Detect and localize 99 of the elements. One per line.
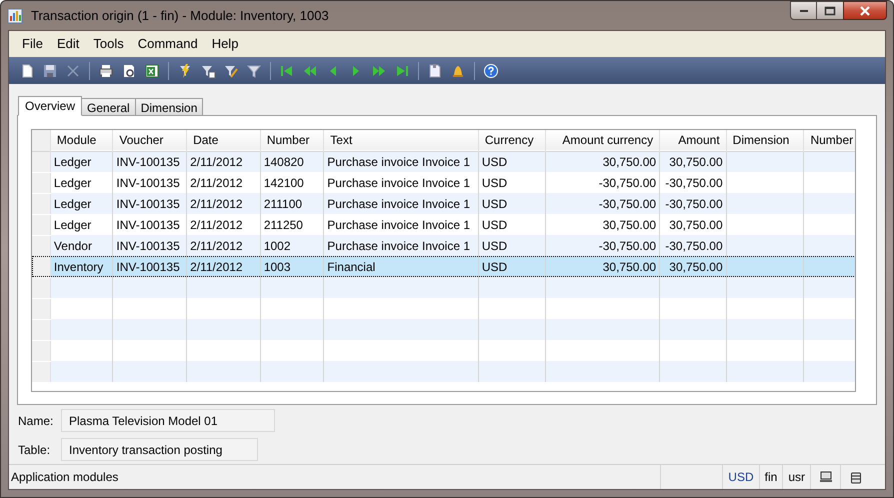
tab[interactable]: Dimension <box>134 98 204 115</box>
table-cell: INV-100135 <box>116 196 180 210</box>
tab[interactable]: General <box>81 98 136 115</box>
table-cell: Ledger <box>54 176 92 190</box>
print-icon[interactable] <box>98 62 114 78</box>
table-cell: 2/11/2012 <box>190 154 243 169</box>
minimize-icon <box>798 8 808 12</box>
filter-icon[interactable] <box>246 62 262 78</box>
minimize-button[interactable] <box>790 1 817 20</box>
column-header[interactable]: Text <box>324 130 478 151</box>
print-preview-icon[interactable] <box>121 62 137 78</box>
maximize-icon <box>824 6 836 16</box>
table-cell: Purchase invoice Invoice 1 <box>327 238 470 252</box>
computer-icon <box>818 471 832 483</box>
column-header[interactable]: Dimension <box>726 130 804 151</box>
field-label: Name: <box>18 412 54 430</box>
table-cell: -30,750.00 <box>665 176 723 190</box>
table-cell: USD <box>482 154 508 169</box>
status-currency: USD <box>723 465 760 489</box>
app-icon <box>7 8 23 24</box>
table-cell: 2/11/2012 <box>190 196 243 210</box>
table-cell: -30,750.00 <box>665 238 723 252</box>
column-header[interactable]: Number <box>260 130 324 151</box>
table-cell: 2/11/2012 <box>190 260 243 274</box>
read-only-field: Inventory transaction posting <box>61 438 258 461</box>
maximize-button[interactable] <box>817 1 843 20</box>
status-company: fin <box>760 465 784 489</box>
table-cell: 142100 <box>264 176 304 190</box>
table-cell: 140820 <box>264 154 304 169</box>
table-cell: -30,750.00 <box>665 196 723 210</box>
lightning-filter-icon[interactable] <box>177 62 193 78</box>
tab[interactable]: Overview <box>18 96 82 116</box>
table-cell: Vendor <box>54 238 92 252</box>
table-cell: USD <box>482 196 508 210</box>
table-cell: 2/11/2012 <box>190 218 243 232</box>
table-cell: 30,750.00 <box>669 218 723 232</box>
table-cell: INV-100135 <box>116 176 180 190</box>
table-cell: USD <box>482 238 508 252</box>
help-icon[interactable] <box>483 62 499 78</box>
cut-icon[interactable] <box>65 62 81 78</box>
table-cell: 211250 <box>264 218 303 232</box>
table-cell: INV-100135 <box>116 218 180 232</box>
column-header[interactable]: Number <box>804 130 855 151</box>
table-cell: 30,750.00 <box>669 154 723 169</box>
table-row[interactable]: Ledger INV-100135 2/11/2012 211100 Purchase invoice Invoice 1 USD -30,750.00 -30,750.00 <box>32 193 855 214</box>
table-cell: Purchase invoice Invoice 1 <box>327 154 470 169</box>
table-cell: INV-100135 <box>116 238 180 252</box>
table-row[interactable]: Ledger INV-100135 2/11/2012 140820 Purchase invoice Invoice 1 USD 30,750.00 30,750.00 <box>32 151 855 172</box>
table-cell: USD <box>482 176 508 190</box>
column-header[interactable]: Currency <box>478 130 546 151</box>
column-header[interactable]: Date <box>186 130 260 151</box>
table-cell: Purchase invoice Invoice 1 <box>327 196 470 210</box>
table-cell: INV-100135 <box>116 260 180 274</box>
table-cell: 2/11/2012 <box>190 176 243 190</box>
table-cell: 1002 <box>264 238 291 252</box>
table-cell: -30,750.00 <box>598 238 656 252</box>
menu-item[interactable]: Help <box>204 34 246 54</box>
table-row[interactable]: Inventory INV-100135 2/11/2012 1003 Financial USD 30,750.00 30,750.00 <box>32 256 855 277</box>
table-row[interactable]: Ledger INV-100135 2/11/2012 142100 Purchase invoice Invoice 1 USD -30,750.00 -30,750.00 <box>32 172 855 193</box>
table-cell: USD <box>482 260 508 274</box>
menu-item[interactable]: File <box>15 34 50 54</box>
table-row[interactable]: Vendor INV-100135 2/11/2012 1002 Purchase invoice Invoice 1 USD -30,750.00 -30,750.00 <box>32 235 855 256</box>
field-label: Table: <box>18 442 52 458</box>
save-icon[interactable] <box>42 62 58 78</box>
table-cell: 30,750.00 <box>602 154 656 169</box>
spreadsheet-icon[interactable] <box>144 62 160 78</box>
table-cell: Ledger <box>54 218 92 232</box>
close-button[interactable] <box>843 1 887 20</box>
table-cell: 2/11/2012 <box>190 238 243 252</box>
table-cell: INV-100135 <box>116 154 180 169</box>
database-icon <box>850 470 862 484</box>
table-cell: Ledger <box>54 154 92 169</box>
table-cell: Purchase invoice Invoice 1 <box>327 218 470 232</box>
document-icon[interactable] <box>427 62 443 78</box>
menu-item[interactable]: Command <box>130 34 205 54</box>
table-cell: 211100 <box>264 196 302 210</box>
table-cell: Financial <box>327 260 376 274</box>
close-icon <box>859 6 871 16</box>
table-cell: Ledger <box>54 196 92 210</box>
table-cell: 30,750.00 <box>669 260 723 274</box>
column-header[interactable]: Voucher <box>112 130 187 151</box>
window-title: Transaction origin (1 - fin) - Module: Inventory, 1003 <box>31 6 329 25</box>
column-header[interactable]: Amount <box>660 130 726 151</box>
menu-item[interactable]: Edit <box>50 34 86 54</box>
table-cell: 30,750.00 <box>602 260 656 274</box>
column-header[interactable]: Amount currency <box>546 130 660 151</box>
table-cell: -30,750.00 <box>598 196 656 210</box>
status-text: Application modules <box>9 465 662 489</box>
table-cell: Purchase invoice Invoice 1 <box>327 176 470 190</box>
table-cell: 1003 <box>264 260 291 274</box>
column-header[interactable]: Module <box>50 130 113 151</box>
table-cell: USD <box>482 218 508 232</box>
read-only-field: Plasma Television Model 01 <box>61 409 275 432</box>
table-row[interactable]: Ledger INV-100135 2/11/2012 211250 Purchase invoice Invoice 1 USD 30,750.00 30,750.00 <box>32 214 855 235</box>
table-cell: Inventory <box>54 260 104 274</box>
status-user: usr <box>783 465 811 489</box>
table-cell: 30,750.00 <box>602 218 656 232</box>
table-cell: -30,750.00 <box>598 176 656 190</box>
menu-item[interactable]: Tools <box>86 34 131 54</box>
